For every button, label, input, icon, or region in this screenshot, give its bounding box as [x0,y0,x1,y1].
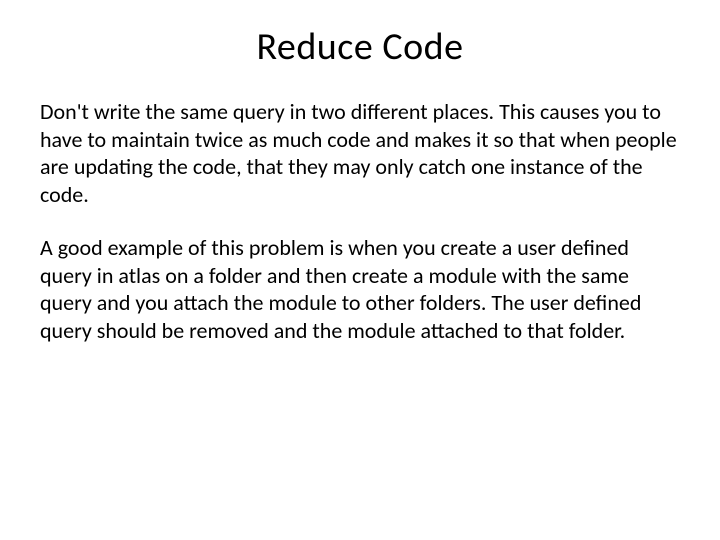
slide-container: Reduce Code Don't write the same query i… [0,0,720,540]
slide-title: Reduce Code [40,24,680,70]
paragraph-2: A good example of this problem is when y… [40,234,680,344]
slide-body: Don't write the same query in two differ… [40,98,680,344]
paragraph-1: Don't write the same query in two differ… [40,98,680,208]
